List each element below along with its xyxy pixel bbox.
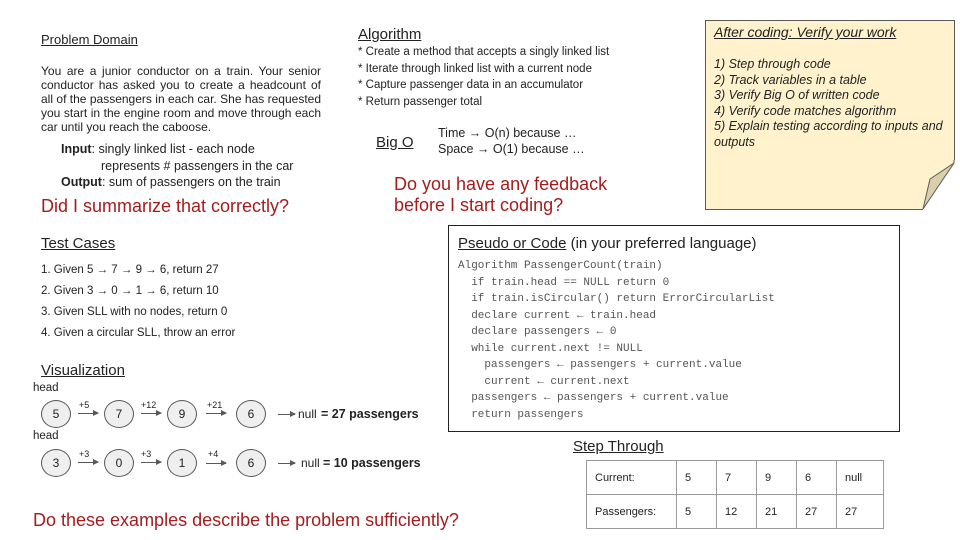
code-line: while current.next != NULL xyxy=(458,342,643,355)
summary-question: Did I summarize that correctly? xyxy=(41,196,290,216)
problem-domain-heading: Problem Domain xyxy=(41,32,138,47)
running-sum: +21 xyxy=(207,400,223,410)
null-terminator: null xyxy=(301,456,320,470)
running-sum: +4 xyxy=(208,449,219,459)
table-cell: null xyxy=(836,460,884,495)
next-arrow-icon xyxy=(78,410,99,416)
code-heading: Pseudo or Code (in your preferred langua… xyxy=(458,235,757,252)
code-heading-subtitle: (in your preferred language) xyxy=(566,235,757,252)
code-line: current ← current.next xyxy=(458,375,630,388)
output-line: Output: sum of passengers on the train xyxy=(61,174,293,191)
list-node: 5 xyxy=(41,400,71,428)
code-line: return passengers xyxy=(458,408,584,421)
examples-question: Do these examples describe the problem s… xyxy=(33,510,459,530)
table-cell: 21 xyxy=(756,494,797,529)
table-cell: 27 xyxy=(836,494,884,529)
list-node: 9 xyxy=(167,400,197,428)
null-terminator: null xyxy=(298,407,317,421)
running-sum: +3 xyxy=(79,449,90,459)
next-arrow-icon xyxy=(206,460,227,466)
list-node: 7 xyxy=(104,400,134,428)
table-cell: 12 xyxy=(716,494,757,529)
visualization-heading: Visualization xyxy=(41,362,125,379)
test-cases-heading: Test Cases xyxy=(41,235,116,252)
head-label: head xyxy=(33,382,59,394)
big-o-heading: Big O xyxy=(376,134,414,151)
head-label: head xyxy=(33,430,59,442)
next-arrow-icon xyxy=(78,459,99,465)
test-cases-list: 1. Given 5 → 7 → 9 → 6, return 27 2. Giv… xyxy=(41,260,235,344)
total-passengers: = 27 passengers xyxy=(321,407,419,421)
test-case: 3. Given SLL with no nodes, return 0 xyxy=(41,306,228,318)
verify-item: 2) Track variables in a table xyxy=(714,72,867,87)
table-row: Passengers: 5 12 21 27 27 xyxy=(586,494,884,529)
code-line: if train.head == NULL return 0 xyxy=(458,276,670,289)
next-arrow-icon xyxy=(141,459,162,465)
note-folded-corner-icon xyxy=(890,160,960,212)
verify-item: 5) Explain testing according to inputs a… xyxy=(714,119,943,149)
code-line: declare passengers ← 0 xyxy=(458,326,617,338)
running-sum: +5 xyxy=(79,400,90,410)
step-through-table: Current: 5 7 9 6 null Passengers: 5 12 2… xyxy=(586,460,884,529)
algorithm-step: * Return passenger total xyxy=(358,95,483,108)
table-cell: 5 xyxy=(676,494,717,529)
feedback-question-line: Do you have any feedback xyxy=(394,174,608,194)
input-line: Input: singly linked list - each node xyxy=(61,141,293,158)
running-sum: +3 xyxy=(141,449,152,459)
list-node: 3 xyxy=(41,449,71,477)
verify-item: 3) Verify Big O of written code xyxy=(714,88,880,102)
next-arrow-icon xyxy=(278,460,296,466)
algorithm-step: * Iterate through linked list with a cur… xyxy=(358,62,592,75)
table-cell: 5 xyxy=(676,460,717,495)
list-node: 6 xyxy=(236,449,266,477)
list-node: 6 xyxy=(236,400,266,428)
verify-item: 4) Verify code matches algorithm xyxy=(714,103,897,118)
test-case: 4. Given a circular SLL, throw an error xyxy=(41,327,236,339)
table-cell: 7 xyxy=(716,460,757,495)
verify-note-title: After coding: Verify your work xyxy=(714,24,897,40)
pseudocode: Algorithm PassengerCount(train) if train… xyxy=(458,258,775,423)
input-line-continued: represents # passengers in the car xyxy=(101,158,294,173)
table-cell: 9 xyxy=(756,460,797,495)
input-text: : singly linked list - each node xyxy=(91,142,255,156)
code-heading-title: Pseudo or Code xyxy=(458,235,567,252)
algorithm-step: * Capture passenger data in an accumulat… xyxy=(358,79,584,91)
big-o-analysis: Time → O(n) because … Space → O(1) becau… xyxy=(438,126,585,157)
running-sum: +12 xyxy=(141,400,157,410)
total-passengers: = 10 passengers xyxy=(323,456,421,470)
table-cell: 6 xyxy=(796,460,837,495)
code-line: passengers ← passengers + current.value xyxy=(458,392,729,404)
step-through-heading: Step Through xyxy=(573,438,664,455)
code-line: if train.isCircular() return ErrorCircul… xyxy=(458,293,775,305)
verify-item: 1) Step through code xyxy=(714,57,831,71)
list-node: 0 xyxy=(104,449,134,477)
row-label: Passengers: xyxy=(586,494,677,529)
verify-note-items: 1) Step through code 2) Track variables … xyxy=(714,57,949,150)
feedback-question-line: before I start coding? xyxy=(394,195,564,215)
problem-description: You are a junior conductor on a train. Y… xyxy=(41,64,321,134)
list-node: 1 xyxy=(167,449,197,477)
time-complexity: Time → O(n) because … xyxy=(438,126,577,140)
input-output-spec: Input: singly linked list - each node re… xyxy=(61,141,293,191)
code-line: declare current ← train.head xyxy=(458,309,657,322)
test-case: 2. Given 3 → 0 → 1 → 6, return 10 xyxy=(41,285,219,297)
algorithm-step: * Create a method that accepts a singly … xyxy=(358,46,610,58)
code-line: passengers ← passengers + current.value xyxy=(458,359,742,371)
output-text: : sum of passengers on the train xyxy=(101,175,281,189)
feedback-question: Do you have any feedback before I start … xyxy=(394,174,607,216)
algorithm-heading: Algorithm xyxy=(358,26,422,43)
table-cell: 27 xyxy=(796,494,837,529)
algorithm-steps: * Create a method that accepts a singly … xyxy=(358,44,609,110)
next-arrow-icon xyxy=(141,410,162,416)
next-arrow-icon xyxy=(278,411,296,417)
output-label: Output xyxy=(61,175,102,189)
table-row: Current: 5 7 9 6 null xyxy=(586,460,884,495)
row-label: Current: xyxy=(586,460,677,495)
code-line: Algorithm PassengerCount(train) xyxy=(458,260,663,272)
space-complexity: Space → O(1) because … xyxy=(438,141,585,156)
input-label: Input xyxy=(61,142,92,156)
next-arrow-icon xyxy=(206,410,227,416)
test-case: 1. Given 5 → 7 → 9 → 6, return 27 xyxy=(41,264,219,276)
